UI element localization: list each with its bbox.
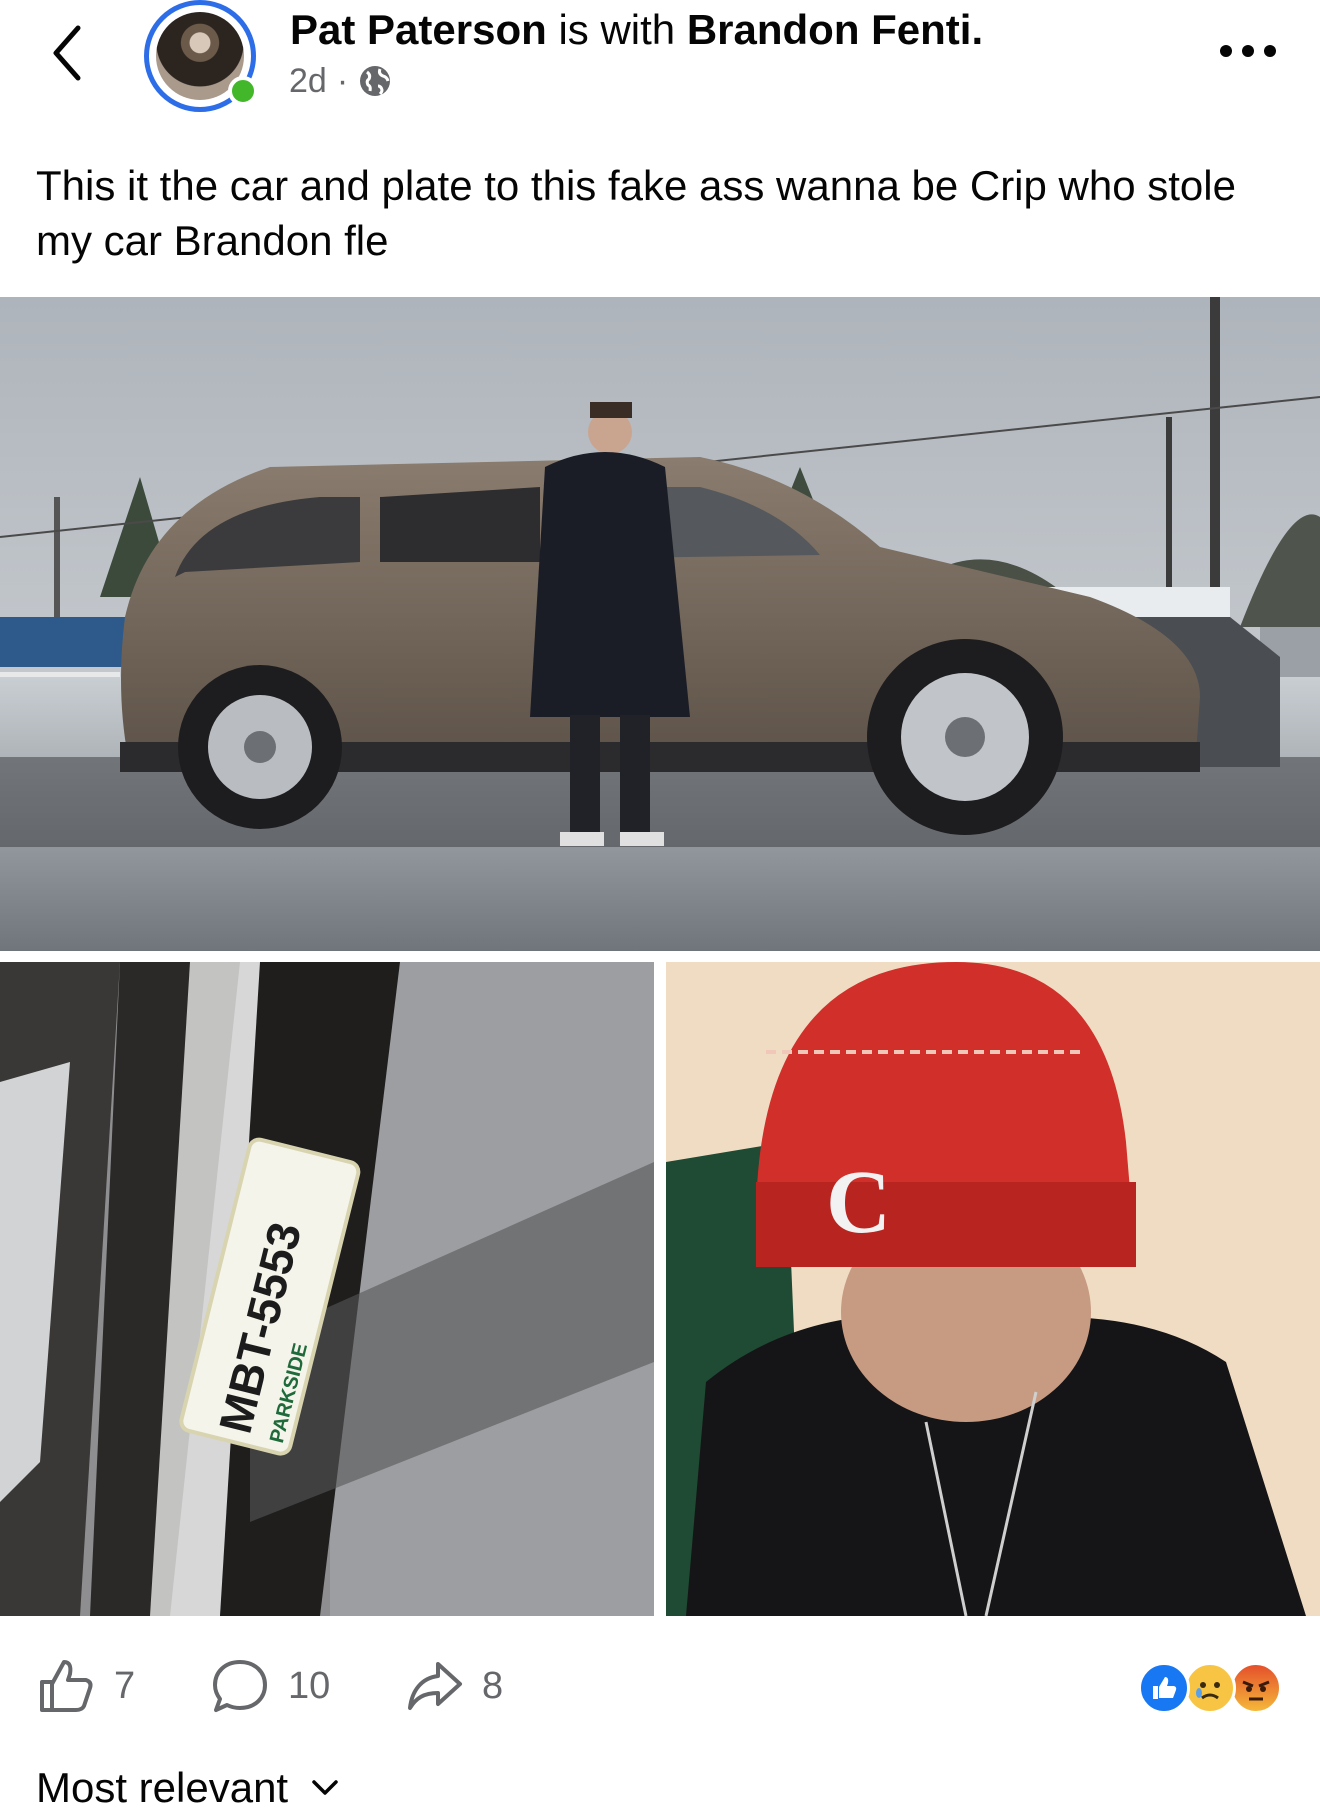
photo-car[interactable] bbox=[0, 297, 1320, 951]
car-photo-illustration bbox=[0, 297, 1320, 951]
comment-button[interactable]: 10 bbox=[210, 1650, 330, 1722]
back-button[interactable] bbox=[46, 22, 92, 84]
more-options-button[interactable] bbox=[1218, 38, 1278, 64]
meta-separator: · bbox=[336, 62, 349, 100]
reaction-summary[interactable] bbox=[1138, 1662, 1288, 1714]
thumbs-up-icon bbox=[40, 1660, 93, 1712]
online-status-dot bbox=[228, 76, 258, 106]
share-button[interactable]: 8 bbox=[404, 1650, 503, 1722]
photo-person[interactable]: C bbox=[666, 962, 1320, 1616]
share-arrow-icon bbox=[408, 1662, 462, 1710]
svg-text:C: C bbox=[826, 1153, 891, 1252]
angry-reaction-icon bbox=[1230, 1662, 1282, 1714]
plate-photo-illustration: MBT-5553 PARKSIDE bbox=[0, 962, 654, 1616]
comments-sort-dropdown[interactable]: Most relevant bbox=[36, 1758, 340, 1818]
comment-count: 10 bbox=[288, 1664, 331, 1707]
post-text: This it the car and plate to this fake a… bbox=[36, 162, 1236, 264]
avatar[interactable] bbox=[142, 0, 266, 114]
person-photo-illustration: C bbox=[666, 962, 1320, 1616]
sad-reaction-icon bbox=[1184, 1662, 1236, 1714]
sort-label: Most relevant bbox=[36, 1764, 289, 1811]
comment-bubble-icon bbox=[213, 1660, 267, 1712]
post-time[interactable]: 2d bbox=[289, 56, 327, 106]
post-author-line: Pat Paterson is with Brandon Fenti. bbox=[290, 4, 983, 56]
chevron-down-icon bbox=[312, 1780, 338, 1795]
more-dots-icon bbox=[1220, 45, 1276, 57]
post-action-bar: 7 10 8 bbox=[0, 1650, 1320, 1722]
chevron-left-icon bbox=[53, 25, 81, 81]
connector-text: is with bbox=[558, 6, 676, 53]
share-count: 8 bbox=[482, 1664, 504, 1707]
author-name[interactable]: Pat Paterson bbox=[290, 6, 547, 53]
like-button[interactable]: 7 bbox=[36, 1650, 135, 1722]
like-count: 7 bbox=[114, 1664, 136, 1707]
photo-license-plate[interactable]: MBT-5553 PARKSIDE bbox=[0, 962, 654, 1616]
like-reaction-icon bbox=[1138, 1662, 1190, 1714]
globe-icon bbox=[360, 66, 391, 96]
post-meta: 2d · bbox=[289, 56, 392, 106]
tagged-name[interactable]: Brandon Fenti. bbox=[687, 6, 983, 53]
